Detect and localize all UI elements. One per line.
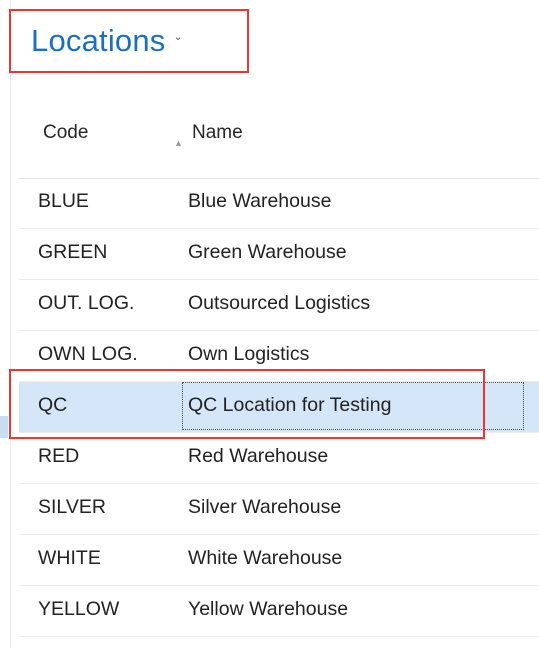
table-header: Code ▲ Name [19, 108, 539, 179]
page-header: Locations ⌄ [31, 18, 183, 64]
cell-code[interactable]: QC [38, 394, 67, 417]
cell-name[interactable]: QC Location for Testing [188, 394, 391, 417]
table-row[interactable]: OWN LOG. Own Logistics [19, 331, 539, 382]
cell-code[interactable]: WHITE [38, 547, 101, 570]
table-row[interactable]: QC QC Location for Testing [19, 382, 539, 433]
cell-code[interactable]: YELLOW [38, 598, 119, 621]
table-row[interactable]: WHITE White Warehouse [19, 535, 539, 586]
cell-name[interactable]: Silver Warehouse [188, 496, 341, 519]
table-row[interactable]: SILVER Silver Warehouse [19, 484, 539, 535]
table-row[interactable]: RED Red Warehouse [19, 433, 539, 484]
cell-code[interactable]: OUT. LOG. [38, 292, 134, 315]
cell-code[interactable]: RED [38, 445, 79, 468]
cell-code[interactable]: OWN LOG. [38, 343, 138, 366]
cell-code[interactable]: BLUE [38, 190, 89, 213]
chevron-down-icon[interactable]: ⌄ [174, 30, 183, 43]
table-row[interactable]: OUT. LOG. Outsourced Logistics [19, 280, 539, 331]
cell-name[interactable]: Yellow Warehouse [188, 598, 348, 621]
cell-name[interactable]: Red Warehouse [188, 445, 328, 468]
page-title[interactable]: Locations [31, 23, 166, 59]
cell-code[interactable]: SILVER [38, 496, 106, 519]
table-row[interactable]: GREEN Green Warehouse [19, 229, 539, 280]
sort-ascending-icon: ▲ [174, 138, 183, 148]
column-header-name[interactable]: Name [192, 122, 243, 144]
cell-name[interactable]: Own Logistics [188, 343, 309, 366]
cell-name[interactable]: Blue Warehouse [188, 190, 331, 213]
cell-name[interactable]: Outsourced Logistics [188, 292, 370, 315]
table-row[interactable]: BLUE Blue Warehouse [19, 178, 539, 229]
cell-code[interactable]: GREEN [38, 241, 107, 264]
left-panel-selection-stub [0, 416, 8, 438]
column-header-code[interactable]: Code [43, 122, 88, 144]
locations-table: BLUE Blue Warehouse GREEN Green Warehouse OU… [19, 178, 539, 637]
cell-name[interactable]: Green Warehouse [188, 241, 347, 264]
left-panel-edge [0, 0, 11, 648]
cell-name[interactable]: White Warehouse [188, 547, 342, 570]
table-row[interactable]: YELLOW Yellow Warehouse [19, 586, 539, 637]
